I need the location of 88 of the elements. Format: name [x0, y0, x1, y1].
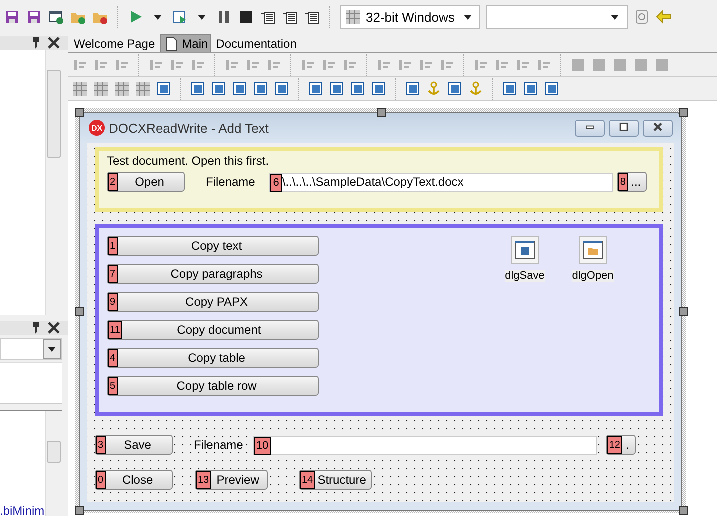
- property-text: .biMinim: [0, 504, 45, 516]
- back-arrow-icon[interactable]: [656, 9, 672, 25]
- pause-icon[interactable]: [216, 9, 232, 25]
- component-icon[interactable]: [190, 81, 206, 97]
- tag-badge: 6: [270, 174, 282, 192]
- form-button[interactable]: 7 Copy paragraphs: [107, 264, 319, 284]
- minimize-button[interactable]: [575, 120, 605, 136]
- save-icon[interactable]: [4, 9, 20, 25]
- form-button[interactable]: 12 .: [606, 435, 636, 455]
- component-icon[interactable]: [232, 81, 248, 97]
- editor-tab[interactable]: Main: [160, 34, 212, 52]
- resize-handle[interactable]: [679, 108, 688, 117]
- editor-tab[interactable]: Welcome Page: [71, 34, 158, 52]
- tag-badge: 10: [254, 436, 271, 454]
- form-button[interactable]: 13 Preview: [195, 470, 268, 490]
- property-list: [0, 362, 62, 404]
- tag-badge: 9: [108, 293, 118, 311]
- component-icon[interactable]: [502, 81, 518, 97]
- window-title: DOCXReadWrite - Add Text: [109, 120, 269, 136]
- form-button[interactable]: 11 Copy document: [107, 320, 319, 340]
- close-button[interactable]: [643, 120, 673, 136]
- component-icon[interactable]: [156, 81, 172, 97]
- component-icon[interactable]: [308, 81, 324, 97]
- form-button[interactable]: 8 ...: [617, 172, 648, 192]
- stop-icon[interactable]: [238, 9, 254, 25]
- form-button[interactable]: 14 Structure: [299, 470, 372, 490]
- tag-badge: 12: [607, 436, 622, 454]
- close-icon[interactable]: [46, 35, 62, 51]
- grid-icon[interactable]: [72, 81, 88, 97]
- tag-badge: 4: [108, 349, 118, 367]
- scrollbar[interactable]: [45, 411, 62, 516]
- filename-field[interactable]: 6 \..\..\..\SampleData\CopyText.docx: [269, 172, 614, 192]
- form-button[interactable]: 3 Save: [95, 435, 173, 455]
- close-icon[interactable]: [46, 320, 62, 336]
- form-button[interactable]: 2 Open: [107, 172, 185, 192]
- component-icon[interactable]: [350, 81, 366, 97]
- filename-field[interactable]: 10: [253, 436, 598, 454]
- component-icon[interactable]: [211, 81, 227, 97]
- tag-badge: 8: [618, 173, 628, 191]
- component-label: dlgSave: [505, 270, 545, 282]
- form-button[interactable]: 9 Copy PAPX: [107, 292, 319, 312]
- step-icon[interactable]: [260, 9, 276, 25]
- tag-badge: 3: [96, 436, 106, 454]
- form-button[interactable]: 1 Copy text: [107, 236, 319, 256]
- tag-badge: 1: [108, 237, 118, 255]
- component-icon[interactable]: [523, 81, 539, 97]
- platform-dropdown[interactable]: 32-bit Windows: [340, 5, 480, 29]
- save-all-icon[interactable]: [26, 9, 42, 25]
- component-icon[interactable]: [329, 81, 345, 97]
- tag-badge: 11: [108, 321, 122, 339]
- form-button[interactable]: 0 Close: [95, 470, 173, 490]
- step-icon[interactable]: [304, 9, 320, 25]
- tag-badge: 13: [196, 471, 212, 489]
- field-label: Filename: [194, 438, 244, 452]
- app-logo: DX: [89, 120, 105, 136]
- component-icon[interactable]: [544, 81, 560, 97]
- open-dialog-icon[interactable]: [579, 236, 607, 264]
- tag-badge: 0: [96, 471, 106, 489]
- component-label: dlgOpen: [572, 270, 614, 282]
- grid-icon[interactable]: [135, 81, 151, 97]
- resize-handle[interactable]: [377, 108, 386, 117]
- form-button[interactable]: 4 Copy table: [107, 348, 319, 368]
- group-caption: Test document. Open this first.: [107, 154, 270, 168]
- tag-badge: 2: [108, 173, 118, 191]
- maximize-button[interactable]: [609, 120, 639, 136]
- resize-handle[interactable]: [75, 307, 84, 316]
- resize-handle[interactable]: [679, 506, 688, 515]
- window-icon[interactable]: [48, 9, 64, 25]
- component-icon[interactable]: [405, 81, 421, 97]
- tag-badge: 14: [300, 471, 316, 489]
- component-icon[interactable]: [447, 81, 463, 97]
- grid-icon[interactable]: [114, 81, 130, 97]
- resize-handle[interactable]: [75, 108, 84, 117]
- tag-badge: 5: [108, 377, 118, 395]
- component-icon[interactable]: [371, 81, 387, 97]
- field-label: Filename: [206, 175, 256, 189]
- step-icon[interactable]: [282, 9, 298, 25]
- resize-handle[interactable]: [679, 307, 688, 316]
- form-button[interactable]: 5 Copy table row: [107, 376, 319, 396]
- save-dialog-icon[interactable]: [511, 236, 539, 264]
- run-icon[interactable]: [128, 9, 144, 25]
- component-icon[interactable]: [253, 81, 269, 97]
- resize-handle[interactable]: [75, 506, 84, 515]
- run-window-icon[interactable]: [172, 9, 188, 25]
- component-icon[interactable]: [274, 81, 290, 97]
- tag-badge: 7: [108, 265, 118, 283]
- editor-tab[interactable]: Documentation: [213, 34, 300, 52]
- grid-icon[interactable]: [93, 81, 109, 97]
